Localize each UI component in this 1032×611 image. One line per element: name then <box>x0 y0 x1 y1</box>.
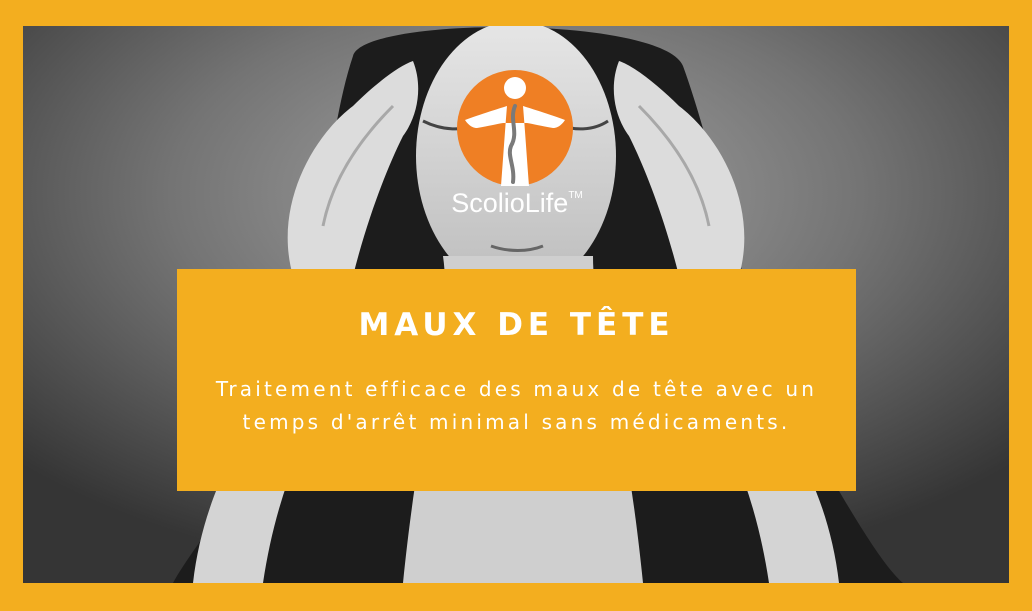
headline-card: MAUX DE TÊTE Traitement efficace des mau… <box>177 269 856 491</box>
spine-figure-icon <box>457 70 573 186</box>
card-description: Traitement efficace des maux de tête ave… <box>215 377 818 434</box>
brand-name: ScolioLifeTM <box>451 188 583 218</box>
banner-frame: ScolioLifeTM MAUX DE TÊTE Traitement eff… <box>0 0 1032 611</box>
card-title: MAUX DE TÊTE <box>358 307 675 343</box>
scoliolife-logo: ScolioLifeTM <box>451 70 583 230</box>
